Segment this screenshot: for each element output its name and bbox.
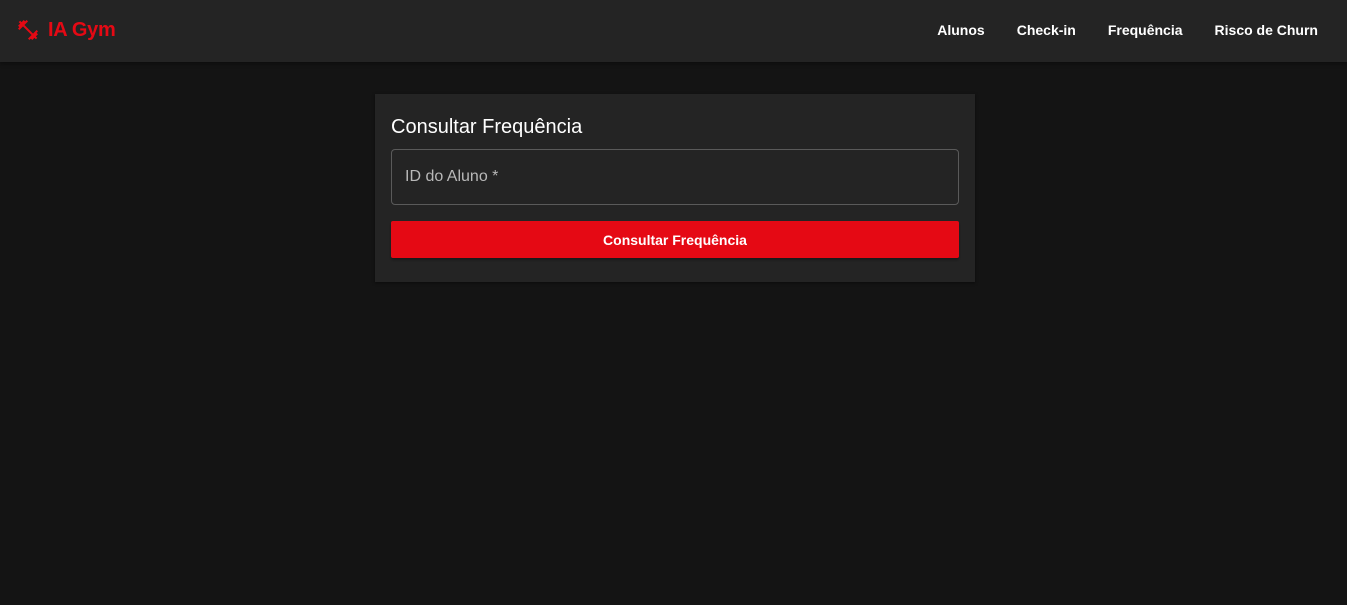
brand-logo[interactable]: IA Gym: [16, 16, 116, 44]
student-id-field: [391, 149, 959, 205]
student-id-input[interactable]: [392, 150, 958, 204]
brand-name: IA Gym: [48, 18, 116, 41]
nav-item-risco-de-churn[interactable]: Risco de Churn: [1199, 16, 1334, 44]
top-navbar: IA Gym Alunos Check-in Frequência Risco …: [0, 0, 1347, 62]
main-nav: Alunos Check-in Frequência Risco de Chur…: [921, 16, 1334, 44]
nav-item-frequencia[interactable]: Frequência: [1092, 16, 1199, 44]
attendance-query-card: Consultar Frequência Consultar Frequênci…: [375, 94, 975, 282]
nav-item-alunos[interactable]: Alunos: [921, 16, 1000, 44]
nav-item-check-in[interactable]: Check-in: [1001, 16, 1092, 44]
card-title: Consultar Frequência: [391, 116, 583, 138]
query-attendance-button[interactable]: Consultar Frequência: [391, 221, 959, 258]
fitness-center-icon: [18, 20, 38, 40]
